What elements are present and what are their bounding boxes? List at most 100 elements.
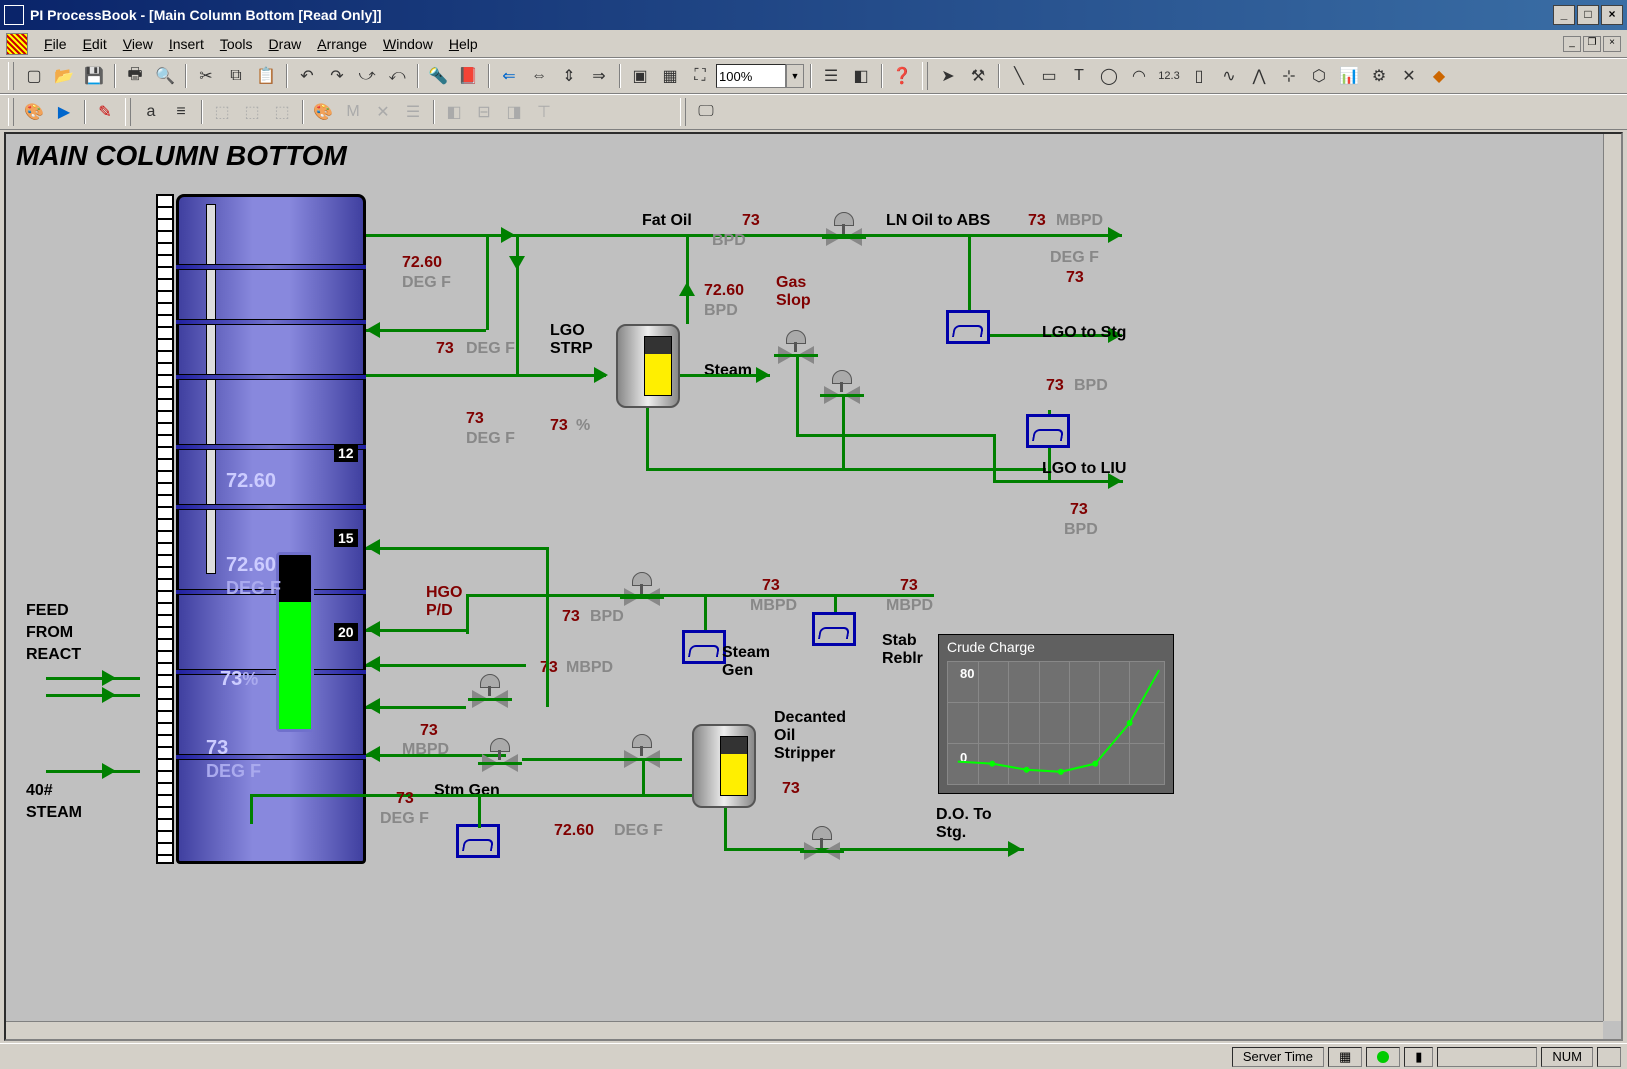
tools-icon[interactable]: ✕ (1395, 62, 1423, 90)
col-level: 73 (220, 668, 242, 690)
server-time-label: Server Time (1232, 1047, 1324, 1067)
graphic-icon[interactable]: ◆ (1425, 62, 1453, 90)
steam-gen-label: Steam Gen (722, 644, 770, 680)
display-canvas[interactable]: MAIN COLUMN BOTTOM 12 15 20 72.60 72.60 … (4, 132, 1623, 1041)
menu-help[interactable]: Help (441, 34, 486, 54)
display-title: MAIN COLUMN BOTTOM (16, 140, 347, 172)
decanted-label: Decanted Oil Stripper (774, 709, 846, 763)
redo-all-icon[interactable]: ⤻ (353, 62, 381, 90)
arc-icon[interactable]: ◠ (1125, 62, 1153, 90)
heat-exchanger-1 (946, 310, 990, 344)
maximize-view-icon[interactable]: ⛶ (686, 62, 714, 90)
rectangle-icon[interactable]: ▭ (1035, 62, 1063, 90)
display-up-icon[interactable]: ⇕ (555, 62, 583, 90)
cut-icon[interactable]: ✂ (192, 62, 220, 90)
copy-icon[interactable]: ⧉ (222, 62, 250, 90)
toolbar-main: ▢ 📂 💾 🖶 🔍 ✂ ⧉ 📋 ↶ ↷ ⤻ ⤺ 🔦 📕 ⇐ ⇔ ⇕ ⇒ ▣ ▦ … (0, 58, 1627, 94)
book-icon[interactable]: 📕 (454, 62, 482, 90)
toggle-icon[interactable]: ◧ (847, 62, 875, 90)
menu-view[interactable]: View (115, 34, 161, 54)
status-num: NUM (1541, 1047, 1593, 1067)
zoom-dropdown-icon[interactable]: ▼ (786, 64, 804, 88)
flashlight-icon[interactable]: 🔦 (424, 62, 452, 90)
menu-edit[interactable]: Edit (75, 34, 115, 54)
play-icon[interactable]: ▶ (50, 98, 78, 126)
gear-icon[interactable]: ⚙ (1365, 62, 1393, 90)
build-icon[interactable]: ⚒ (964, 62, 992, 90)
pointer-icon[interactable]: ➤ (934, 62, 962, 90)
align-left-icon[interactable]: ◧ (440, 98, 468, 126)
monitor-icon[interactable]: 🖵 (692, 98, 720, 126)
close-button[interactable]: × (1601, 5, 1623, 25)
tile-icon[interactable]: ▦ (656, 62, 684, 90)
zoom-combo[interactable]: ▼ (716, 64, 804, 88)
trend-crude-charge[interactable]: Crude Charge 80 0 (938, 634, 1174, 794)
menu-file[interactable]: File (36, 34, 75, 54)
app-menu-icon[interactable] (6, 33, 28, 55)
redo-icon[interactable]: ↷ (323, 62, 351, 90)
trend-icon[interactable]: ∿ (1215, 62, 1243, 90)
batch-icon[interactable]: ⬡ (1305, 62, 1333, 90)
align-top-icon[interactable]: ⊤ (530, 98, 558, 126)
undo-icon[interactable]: ↶ (293, 62, 321, 90)
print-preview-icon[interactable]: 🔍 (151, 62, 179, 90)
sqc-icon[interactable]: ⋀ (1245, 62, 1273, 90)
minimize-button[interactable]: _ (1553, 5, 1575, 25)
value-icon[interactable]: 12.3 (1155, 62, 1183, 90)
delete-icon[interactable]: ✕ (369, 98, 397, 126)
open-icon[interactable]: 📂 (50, 62, 78, 90)
vertical-scrollbar[interactable] (1603, 134, 1621, 1021)
menu-draw[interactable]: Draw (261, 34, 310, 54)
save-icon[interactable]: 💾 (80, 62, 108, 90)
m-icon[interactable]: M (339, 98, 367, 126)
xy-icon[interactable]: ⊹ (1275, 62, 1303, 90)
help-icon[interactable]: ❓ (888, 62, 916, 90)
maximize-button[interactable]: □ (1577, 5, 1599, 25)
undo-all-icon[interactable]: ⤺ (383, 62, 411, 90)
regroup-icon[interactable]: ⬚ (268, 98, 296, 126)
ungroup-icon[interactable]: ⬚ (238, 98, 266, 126)
histogram-icon[interactable]: 📊 (1335, 62, 1363, 90)
props-icon[interactable]: ☰ (399, 98, 427, 126)
column-level-gauge (276, 552, 314, 732)
palette-icon[interactable]: 🎨 (309, 98, 337, 126)
align-center-icon[interactable]: ⊟ (470, 98, 498, 126)
menu-tools[interactable]: Tools (212, 34, 261, 54)
menu-arrange[interactable]: Arrange (309, 34, 375, 54)
toolbar-grip-4[interactable] (125, 98, 131, 126)
status-icon-1: ▦ (1328, 1047, 1362, 1067)
edit-mode-icon[interactable]: ✎ (91, 98, 119, 126)
mdi-close-button[interactable]: × (1603, 36, 1621, 52)
paste-icon[interactable]: 📋 (252, 62, 280, 90)
layers-icon[interactable]: ☰ (817, 62, 845, 90)
zoom-input[interactable] (716, 64, 786, 88)
stab-label: Stab Reblr (882, 632, 923, 668)
display-right-icon[interactable]: ⇒ (585, 62, 613, 90)
line-style-icon[interactable]: ≡ (167, 98, 195, 126)
text-icon[interactable]: T (1065, 62, 1093, 90)
print-icon[interactable]: 🖶 (121, 62, 149, 90)
display-forward-icon[interactable]: ⇔ (525, 62, 553, 90)
toolbar-grip[interactable] (8, 62, 14, 90)
toolbar-grip-2[interactable] (922, 62, 928, 90)
do-stg-label: D.O. To Stg. (936, 806, 992, 842)
mdi-restore-button[interactable]: ❐ (1583, 36, 1601, 52)
full-screen-icon[interactable]: ▣ (626, 62, 654, 90)
group-icon[interactable]: ⬚ (208, 98, 236, 126)
ellipse-icon[interactable]: ◯ (1095, 62, 1123, 90)
menu-insert[interactable]: Insert (161, 34, 212, 54)
menu-window[interactable]: Window (375, 34, 441, 54)
valve-steam-gen (620, 572, 664, 608)
toolbar-grip-3[interactable] (8, 98, 14, 126)
toolbar-grip-5[interactable] (680, 98, 686, 126)
font-a-icon[interactable]: a (137, 98, 165, 126)
mdi-minimize-button[interactable]: _ (1563, 36, 1581, 52)
line-icon[interactable]: ╲ (1005, 62, 1033, 90)
fill-color-icon[interactable]: 🎨 (20, 98, 48, 126)
align-right-icon[interactable]: ◨ (500, 98, 528, 126)
bar-icon[interactable]: ▯ (1185, 62, 1213, 90)
new-icon[interactable]: ▢ (20, 62, 48, 90)
horizontal-scrollbar[interactable] (6, 1021, 1603, 1039)
val-r1: 72.60 (402, 254, 442, 272)
display-back-icon[interactable]: ⇐ (495, 62, 523, 90)
